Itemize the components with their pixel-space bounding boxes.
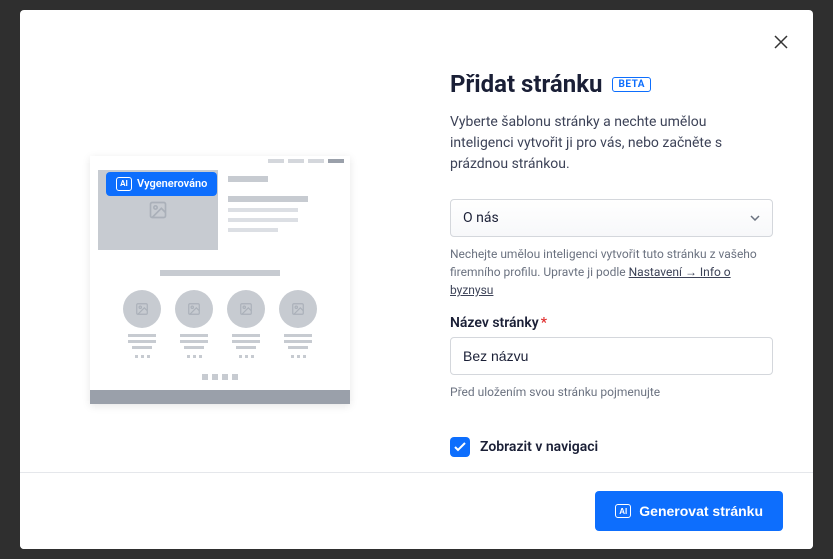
page-name-help: Před uložením svou stránku pojmenujte [450,383,773,401]
beta-badge: BETA [612,77,651,92]
generated-badge: AI Vygenerováno [106,172,217,196]
template-help: Nechejte umělou inteligenci vytvořit tut… [450,245,773,299]
template-select[interactable]: O nás [450,199,773,237]
generated-badge-label: Vygenerováno [137,177,207,190]
preview-panel: AI Vygenerováno [20,10,420,549]
check-icon [454,442,466,452]
add-page-modal: AI Vygenerováno [20,10,813,549]
template-select-value: O nás [463,210,499,226]
page-name-input[interactable] [450,337,773,375]
ai-icon: AI [615,504,631,518]
modal-description: Vyberte šablonu stránky a nechte umělou … [450,112,773,175]
modal-footer: AI Generovat stránku [20,472,813,549]
chevron-down-icon [750,215,760,221]
show-nav-label: Zobrazit v navigaci [480,439,598,455]
modal-title: Přidat stránku [450,70,602,98]
generate-button-label: Generovat stránku [639,503,763,519]
generate-page-button[interactable]: AI Generovat stránku [595,491,783,531]
form-panel: Přidat stránku BETA Vyberte šablonu strá… [420,10,813,549]
show-nav-checkbox[interactable] [450,437,470,457]
close-button[interactable] [769,30,793,54]
ai-icon: AI [116,177,132,191]
page-name-label: Název stránky* [450,315,773,331]
close-icon [773,34,789,50]
